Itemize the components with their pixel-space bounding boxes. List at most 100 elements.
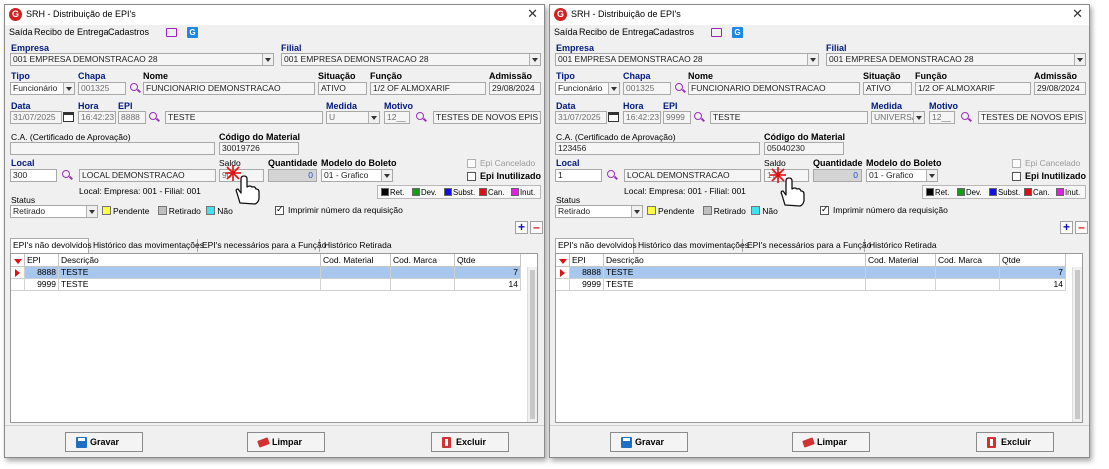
imprimir-checkbox[interactable] [820,204,829,215]
search-icon[interactable] [129,82,142,95]
filial-select[interactable]: 001 EMPRESA DEMONSTRACAO 28 [826,53,1086,66]
filial-select[interactable]: 001 EMPRESA DEMONSTRACAO 28 [281,53,541,66]
table-row-epi[interactable]: 9999 [570,279,604,291]
local-code-field[interactable]: 300 [10,169,57,182]
col-header-qtde[interactable]: Qtde [455,254,521,267]
col-header-epi[interactable]: EPI [570,254,604,267]
table-row-desc[interactable]: TESTE [59,279,321,291]
limpar-button[interactable]: Limpar [247,432,325,452]
search-icon[interactable] [960,111,973,124]
tab-epis-nao-devolvidos[interactable]: EPI's não devolvidos [555,238,637,253]
table-row-desc[interactable]: TESTE [604,279,866,291]
tab-epis-necessarios-funcao[interactable]: EPI's necessários para a Função [745,239,871,252]
menu-saida[interactable]: Saída [554,27,578,37]
scrollbar-thumb[interactable] [530,270,535,419]
col-header-qtde[interactable]: Qtde [1000,254,1066,267]
chat-icon[interactable] [166,28,177,37]
table-row-desc[interactable]: TESTE [59,267,321,279]
search-icon[interactable] [148,111,161,124]
excluir-button[interactable]: Excluir [976,432,1054,452]
table-row-epi[interactable]: 9999 [25,279,59,291]
table-row-qtde[interactable]: 7 [455,267,521,279]
menu-cadastros[interactable]: Cadastros [653,27,694,37]
data-field[interactable]: 31/07/2025 [10,111,62,124]
search-icon[interactable] [674,82,687,95]
col-header-cod-marca[interactable]: Cod. Marca [391,254,455,267]
plus-icon[interactable]: + [1060,221,1073,234]
local-code-field[interactable]: 1 [555,169,602,182]
gravar-button[interactable]: Gravar [65,432,143,452]
table-row-epi[interactable]: 8888 [570,267,604,279]
medida-select[interactable]: UNIVERSA [871,111,925,124]
tab-historico-movimentacoes[interactable]: Histórico das movimentações [91,239,204,252]
col-header-epi[interactable]: EPI [25,254,59,267]
tab-historico-movimentacoes[interactable]: Histórico das movimentações [636,239,749,252]
search-icon[interactable] [61,169,74,182]
motivo-code-field[interactable]: 12__ [384,111,410,124]
epi-inutilizado-checkbox[interactable] [1012,172,1021,181]
menu-recibo-entrega[interactable]: Recibo de Entrega [34,27,109,37]
imprimir-checkbox[interactable] [275,204,284,215]
epi-cancelado-checkbox[interactable] [467,159,476,168]
excluir-button[interactable]: Excluir [431,432,509,452]
col-header-descricao[interactable]: Descrição [604,254,866,267]
close-icon[interactable]: ✕ [1072,7,1083,21]
tipo-select[interactable]: Funcionário [555,82,620,95]
table-row-mat[interactable] [866,267,936,279]
table-row-marca[interactable] [936,279,1000,291]
quantidade-field[interactable]: 0 [268,169,317,182]
tab-epis-necessarios-funcao[interactable]: EPI's necessários para a Função [200,239,326,252]
chapa-field[interactable]: 001325 [623,82,671,95]
minus-icon[interactable]: – [530,221,543,234]
menu-cadastros[interactable]: Cadastros [108,27,149,37]
col-header-cod-material[interactable]: Cod. Material [866,254,936,267]
plus-icon[interactable]: + [515,221,528,234]
table-row-marca[interactable] [936,267,1000,279]
table-row-desc[interactable]: TESTE [604,267,866,279]
g-icon[interactable]: G [732,27,743,38]
chapa-field[interactable]: 001325 [78,82,126,95]
table-row-qtde[interactable]: 14 [455,279,521,291]
hora-field[interactable]: 16:42:23 [78,111,116,124]
search-icon[interactable] [606,169,619,182]
sort-arrow-icon[interactable] [556,254,570,267]
table-row-mat[interactable] [321,267,391,279]
epi-cancelado-checkbox[interactable] [1012,159,1021,168]
epi-code-field[interactable]: 9999 [663,111,691,124]
scrollbar-thumb[interactable] [1075,270,1080,419]
status-select[interactable]: Retirado [555,205,643,218]
grid-scrollbar[interactable] [1072,267,1082,422]
calendar-icon[interactable] [608,112,619,122]
table-row-marca[interactable] [391,267,455,279]
status-select[interactable]: Retirado [10,205,98,218]
quantidade-field[interactable]: 0 [813,169,862,182]
modelo-boleto-select[interactable]: 01 - Grafico [321,169,393,182]
modelo-boleto-select[interactable]: 01 - Grafico [866,169,938,182]
tab-epis-nao-devolvidos[interactable]: EPI's não devolvidos [10,238,92,253]
menu-saida[interactable]: Saída [9,27,33,37]
search-icon[interactable] [693,111,706,124]
tab-historico-retirada[interactable]: Histórico Retirada [322,239,392,252]
close-icon[interactable]: ✕ [527,7,538,21]
empresa-select[interactable]: 001 EMPRESA DEMONSTRACAO 28 [555,53,819,66]
table-row-epi[interactable]: 8888 [25,267,59,279]
table-row-qtde[interactable]: 14 [1000,279,1066,291]
grid-scrollbar[interactable] [527,267,537,422]
col-header-cod-marca[interactable]: Cod. Marca [936,254,1000,267]
calendar-icon[interactable] [63,112,74,122]
minus-icon[interactable]: – [1075,221,1088,234]
motivo-code-field[interactable]: 12__ [929,111,955,124]
medida-select[interactable]: U [326,111,380,124]
epi-inutilizado-checkbox[interactable] [467,172,476,181]
epi-code-field[interactable]: 8888 [118,111,146,124]
table-row-mat[interactable] [321,279,391,291]
table-row-marca[interactable] [391,279,455,291]
empresa-select[interactable]: 001 EMPRESA DEMONSTRACAO 28 [10,53,274,66]
table-row-mat[interactable] [866,279,936,291]
limpar-button[interactable]: Limpar [792,432,870,452]
search-icon[interactable] [415,111,428,124]
table-row-qtde[interactable]: 7 [1000,267,1066,279]
hora-field[interactable]: 16:42:23 [623,111,661,124]
col-header-cod-material[interactable]: Cod. Material [321,254,391,267]
gravar-button[interactable]: Gravar [610,432,688,452]
